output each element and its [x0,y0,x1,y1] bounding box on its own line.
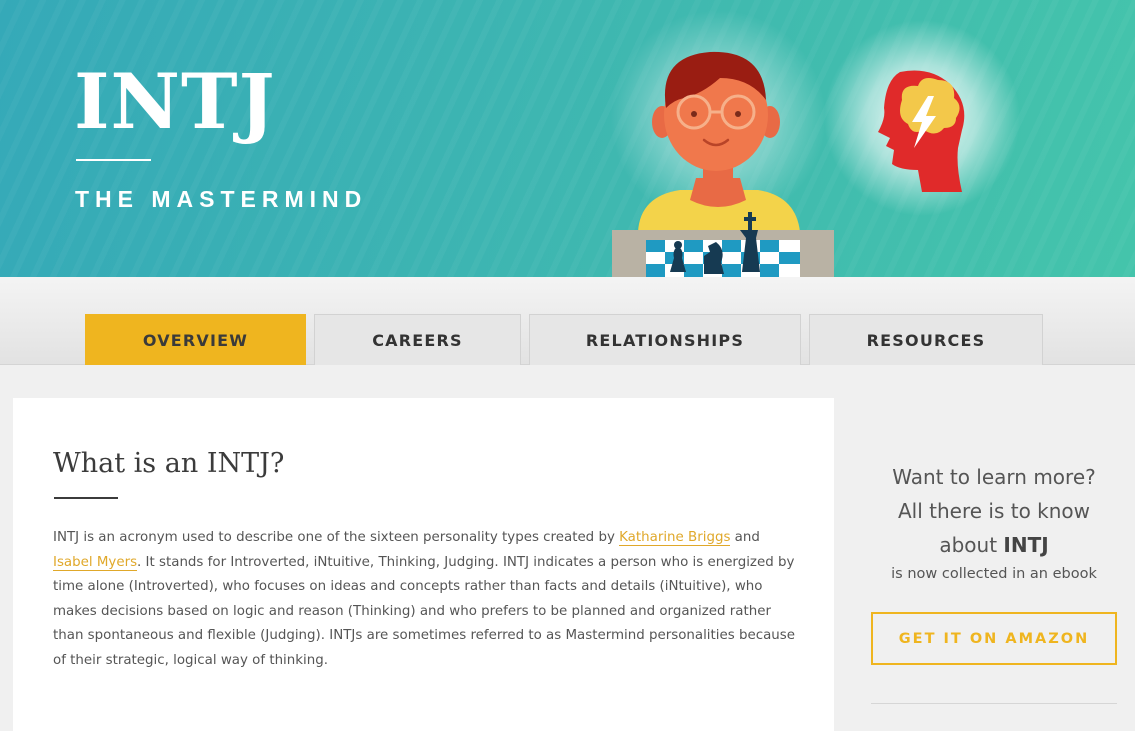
promo-line-2: All there is to know [897,499,1091,523]
overview-card: What is an INTJ? INTJ is an acronym used… [13,398,834,731]
sidebar-divider [871,703,1117,704]
isabel-myers-link[interactable]: Isabel Myers [53,554,138,571]
get-it-on-amazon-button[interactable]: GET IT ON AMAZON [871,612,1117,665]
promo-line-3: about INTJ [866,528,1122,562]
paragraph-text-2: and [730,530,760,545]
title-divider [76,159,151,161]
hero-banner: INTJ THE MASTERMIND [0,0,1135,277]
heading-divider [54,497,118,499]
mastermind-illustration [610,10,1020,277]
ebook-promo: Want to learn more? All there is to know… [866,460,1122,704]
type-code-title: INTJ [74,57,276,146]
section-tabs: OVERVIEW CAREERS RELATIONSHIPS RESOURCES [0,277,1135,365]
promo-line-1: Want to learn more? [892,465,1096,489]
paragraph-text-1: INTJ is an acronym used to describe one … [53,530,620,545]
tab-relationships[interactable]: RELATIONSHIPS [529,314,801,365]
article-paragraph: INTJ is an acronym used to describe one … [53,526,803,673]
promo-line-3-prefix: about [939,533,1004,557]
promo-subtext: is now collected in an ebook [891,566,1097,582]
tab-resources[interactable]: RESOURCES [809,314,1043,365]
article-heading: What is an INTJ? [53,448,285,479]
paragraph-text-3: . It stands for Introverted, iNtuitive, … [53,554,795,668]
promo-type-code: INTJ [1003,533,1049,557]
tab-careers[interactable]: CAREERS [314,314,521,365]
type-name-subtitle: THE MASTERMIND [75,186,368,212]
tab-overview[interactable]: OVERVIEW [85,314,306,365]
katharine-briggs-link[interactable]: Katharine Briggs [619,530,731,546]
